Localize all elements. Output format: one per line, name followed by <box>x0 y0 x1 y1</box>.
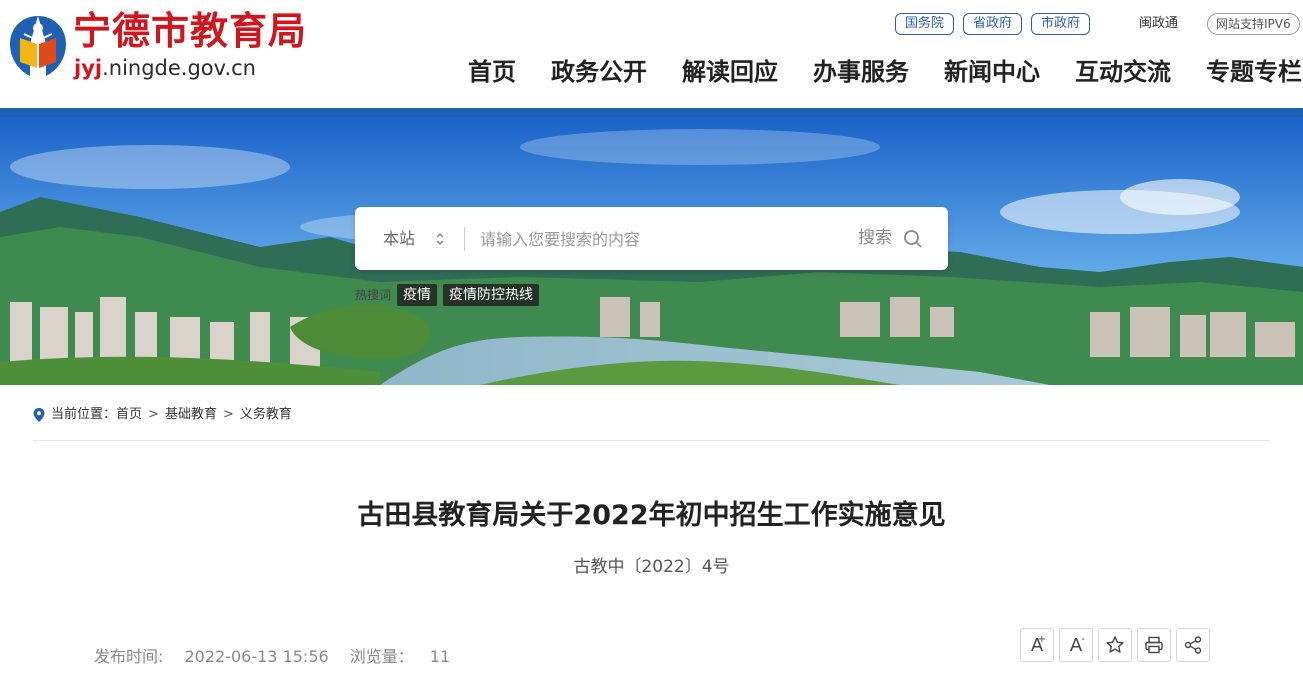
nav-services[interactable]: 办事服务 <box>813 55 909 89</box>
print-button[interactable] <box>1137 628 1171 662</box>
views-value: 11 <box>429 647 451 666</box>
nav-interaction[interactable]: 互动交流 <box>1075 55 1171 89</box>
publish-time: 发布时间: 2022-06-13 15:56 <box>94 647 329 666</box>
breadcrumb-label: 当前位置： <box>51 407 117 422</box>
publish-value: 2022-06-13 15:56 <box>184 647 329 666</box>
nav-gov-affairs[interactable]: 政务公开 <box>551 55 647 89</box>
font-smaller-button[interactable]: A- <box>1059 628 1093 662</box>
search-input[interactable] <box>480 224 850 254</box>
gov-link-state-council[interactable]: 国务院 <box>895 13 955 35</box>
search-box: 本站 搜索 <box>355 207 948 270</box>
nav-home[interactable]: 首页 <box>468 55 516 89</box>
search-icon[interactable] <box>903 229 923 249</box>
font-larger-mark: + <box>1037 634 1046 645</box>
hot-tag-hotline[interactable]: 疫情防控热线 <box>443 284 540 306</box>
breadcrumb-compulsory-education[interactable]: 义务教育 <box>240 406 292 424</box>
site-title[interactable]: 宁德市教育局 <box>73 9 307 53</box>
document-number: 古教中〔2022〕4号 <box>573 557 730 577</box>
gov-link-province[interactable]: 省政府 <box>963 13 1023 35</box>
article-meta: 发布时间: 2022-06-13 15:56 浏览量： 11 <box>94 646 450 668</box>
breadcrumb-basic-education[interactable]: 基础教育 <box>165 406 217 424</box>
breadcrumb-divider <box>33 440 1270 441</box>
main-nav: 首页 政务公开 解读回应 办事服务 新闻中心 互动交流 专题专栏 <box>0 55 1303 89</box>
min-gov-link[interactable]: 闽政通 <box>1139 15 1178 33</box>
ipv6-badge: 网站支持IPV6 <box>1207 13 1300 35</box>
nav-interpretation[interactable]: 解读回应 <box>682 55 778 89</box>
article-tools: A + A- <box>1020 628 1210 662</box>
breadcrumb: 当前位置： 首页 > 基础教育 > 义务教育 <box>33 406 292 424</box>
search-button[interactable]: 搜索 <box>858 226 892 250</box>
star-icon <box>1106 636 1124 653</box>
font-smaller-mark: - <box>1081 634 1085 645</box>
scope-toggle-icon[interactable] <box>435 229 445 249</box>
article-title: 古田县教育局关于2022年初中招生工作实施意见 <box>357 500 946 531</box>
header-divider <box>0 108 1303 117</box>
gov-links: 国务院 省政府 市政府 <box>895 13 1091 35</box>
view-count: 浏览量： 11 <box>350 647 450 666</box>
breadcrumb-separator: > <box>222 407 234 422</box>
share-icon <box>1184 636 1202 654</box>
search-scope-select[interactable]: 本站 <box>383 228 415 250</box>
print-icon <box>1145 636 1163 654</box>
search-divider <box>464 227 465 251</box>
nav-news[interactable]: 新闻中心 <box>944 55 1040 89</box>
publish-label: 发布时间: <box>94 647 164 666</box>
gov-link-city[interactable]: 市政府 <box>1031 13 1091 35</box>
font-smaller-glyph: A <box>1069 634 1083 656</box>
hot-tag-epidemic[interactable]: 疫情 <box>397 284 438 306</box>
share-button[interactable] <box>1176 628 1210 662</box>
hot-search-label: 热搜词 <box>355 288 392 302</box>
breadcrumb-home[interactable]: 首页 <box>116 406 142 424</box>
breadcrumb-separator: > <box>148 407 159 422</box>
favorite-button[interactable] <box>1098 628 1132 662</box>
nav-topics[interactable]: 专题专栏 <box>1206 55 1302 89</box>
font-larger-button[interactable]: A + <box>1020 628 1054 662</box>
location-pin-icon <box>33 408 45 422</box>
views-label: 浏览量： <box>349 647 414 666</box>
site-header: 宁德市教育局 jyj.ningde.gov.cn 国务院 省政府 市政府 闽政通… <box>0 0 1303 108</box>
hot-search: 热搜词 疫情 疫情防控热线 <box>355 284 540 306</box>
